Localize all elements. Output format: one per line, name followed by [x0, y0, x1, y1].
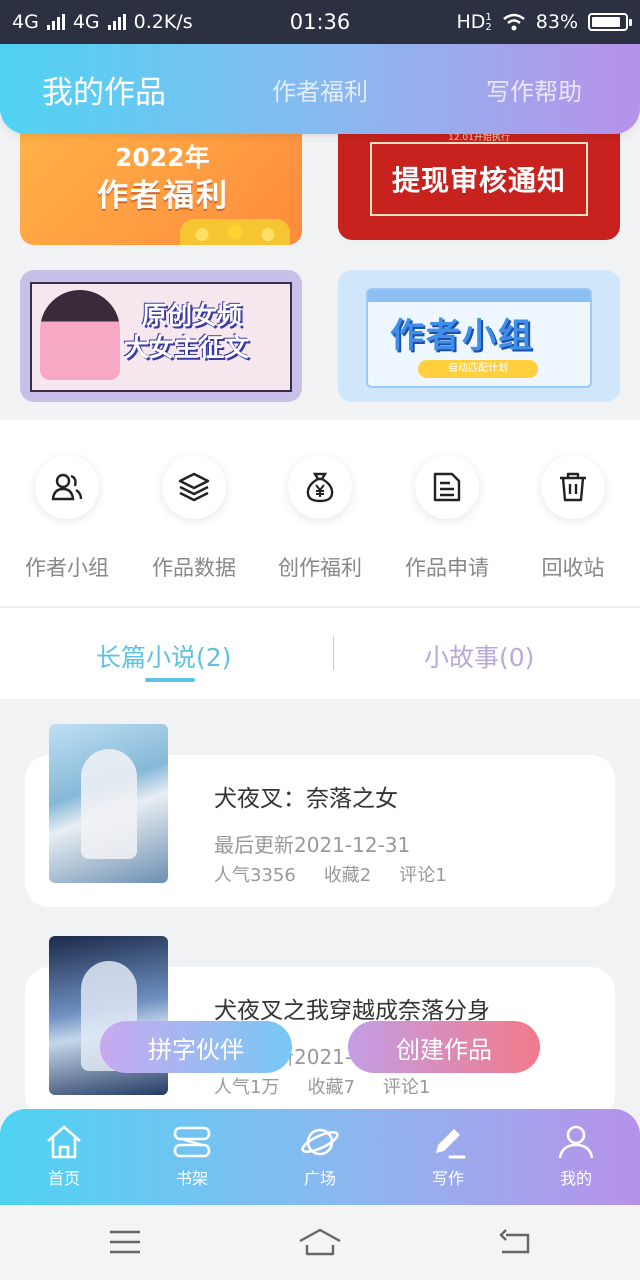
- hd-indicator: HD 1 2: [456, 11, 492, 33]
- battery-icon: [588, 13, 632, 31]
- tab-author-benefits[interactable]: 作者福利: [272, 72, 368, 107]
- status-bar: 4G 4G 0.2K/s 01:36 HD 1 2 83%: [0, 0, 640, 44]
- signal-icon: [46, 14, 65, 30]
- wifi-icon: [502, 13, 525, 31]
- group-icon: [51, 473, 83, 501]
- create-work-button[interactable]: 创建作品: [348, 1021, 540, 1073]
- girl-illustration: [40, 290, 120, 380]
- work-comments: 评论1: [399, 865, 447, 886]
- tab-novels[interactable]: 长篇小说(2): [96, 638, 231, 674]
- nav-label: 书架: [175, 1169, 208, 1188]
- banner-female-writing-contest[interactable]: 原创女频 大女主征文: [20, 270, 302, 402]
- work-popularity: 人气3356: [214, 865, 296, 886]
- work-cover-image[interactable]: [49, 724, 168, 883]
- back-icon[interactable]: [498, 1227, 532, 1257]
- bottom-nav: 首页 书架 广场 写作 我的: [0, 1109, 640, 1205]
- nav-item-me[interactable]: 我的: [526, 1123, 626, 1189]
- top-header: 我的作品 作者福利 写作帮助: [0, 44, 640, 134]
- banner-pill: 自动匹配计划: [418, 360, 538, 378]
- shortcut-author-group[interactable]: 作者小组: [3, 455, 131, 582]
- nav-label: 广场: [303, 1169, 336, 1188]
- user-icon: [558, 1125, 594, 1159]
- banner-title: 2022年: [115, 143, 210, 172]
- layers-icon: [178, 472, 210, 502]
- tab-my-works[interactable]: 我的作品: [42, 67, 166, 112]
- work-last-updated: 最后更新2021-12-31: [214, 833, 411, 857]
- work-title: 犬夜叉之我穿越成奈落分身: [214, 998, 490, 1024]
- nav-label: 我的: [559, 1169, 592, 1188]
- network-type-1: 4G: [12, 11, 39, 33]
- bookshelf-icon: [173, 1126, 211, 1158]
- nav-item-home[interactable]: 首页: [14, 1123, 114, 1189]
- home-icon: [47, 1125, 81, 1159]
- work-title: 犬夜叉：奈落之女: [214, 786, 398, 812]
- nav-item-writing[interactable]: 写作: [398, 1123, 498, 1189]
- tab-short-stories[interactable]: 小故事(0): [424, 638, 534, 674]
- network-speed: 0.2K/s: [133, 11, 193, 33]
- work-stats: 人气1万 收藏7 评论1: [214, 1073, 430, 1099]
- document-icon: [433, 472, 461, 502]
- battery-level-fill: [592, 17, 620, 27]
- network-type-2: 4G: [72, 11, 100, 33]
- work-popularity: 人气1万: [214, 1077, 280, 1098]
- shortcut-label: 作品申请: [405, 556, 489, 580]
- signal-icon: [107, 14, 126, 30]
- shortcut-label: 作者小组: [25, 556, 109, 580]
- shortcut-creation-benefits[interactable]: 创作福利: [256, 455, 384, 582]
- money-bag-icon: [306, 472, 334, 503]
- work-favorites: 收藏2: [323, 865, 372, 886]
- home-key-icon[interactable]: [298, 1227, 342, 1257]
- shortcut-recycle-bin[interactable]: 回收站: [509, 455, 637, 582]
- shortcut-label: 作品数据: [152, 556, 236, 580]
- menu-icon[interactable]: [108, 1227, 142, 1257]
- banner-title: 作者小组: [390, 316, 534, 356]
- work-favorites: 收藏7: [307, 1077, 355, 1098]
- nav-item-bookshelf[interactable]: 书架: [142, 1123, 242, 1189]
- shortcut-work-data[interactable]: 作品数据: [130, 455, 258, 582]
- shortcut-grid: 作者小组 作品数据 创作福利 作品申请 回收站: [0, 420, 640, 606]
- banner-subtitle: 作者福利: [97, 178, 229, 214]
- shortcut-label: 创作福利: [278, 556, 362, 580]
- trash-icon: [560, 472, 586, 502]
- shortcut-label: 回收站: [541, 556, 605, 580]
- work-type-tabs: 长篇小说(2) 小故事(0): [0, 607, 640, 699]
- shortcut-work-application[interactable]: 作品申请: [383, 455, 511, 582]
- banner-frame: 提现审核通知: [370, 142, 588, 216]
- battery-percent: 83%: [535, 11, 578, 33]
- banner-title: 原创女频: [142, 301, 243, 330]
- banner-author-benefits-2022[interactable]: 2022年 作者福利: [20, 120, 302, 245]
- system-navigation-bar: [0, 1205, 640, 1280]
- active-tab-indicator: [145, 678, 195, 682]
- banner-subtitle: 大女主征文: [124, 333, 250, 362]
- nav-label: 首页: [47, 1169, 80, 1188]
- writing-partner-button[interactable]: 拼字伙伴: [100, 1021, 292, 1073]
- work-comments: 评论1: [382, 1077, 431, 1098]
- tab-divider: [333, 636, 334, 670]
- banner-withdrawal-notice[interactable]: 12.01开始执行 提现审核通知: [338, 120, 620, 240]
- banner-title: 提现审核通知: [391, 164, 566, 197]
- tab-writing-help[interactable]: 写作帮助: [486, 72, 582, 107]
- coins-illustration: [180, 219, 290, 245]
- banner-author-group[interactable]: 作者小组 自动匹配计划: [338, 270, 620, 402]
- work-stats: 人气3356 收藏2 评论1: [214, 861, 447, 887]
- nav-label: 写作: [431, 1169, 464, 1188]
- planet-icon: [301, 1128, 339, 1156]
- nav-item-square[interactable]: 广场: [270, 1123, 370, 1189]
- pen-icon: [436, 1129, 466, 1159]
